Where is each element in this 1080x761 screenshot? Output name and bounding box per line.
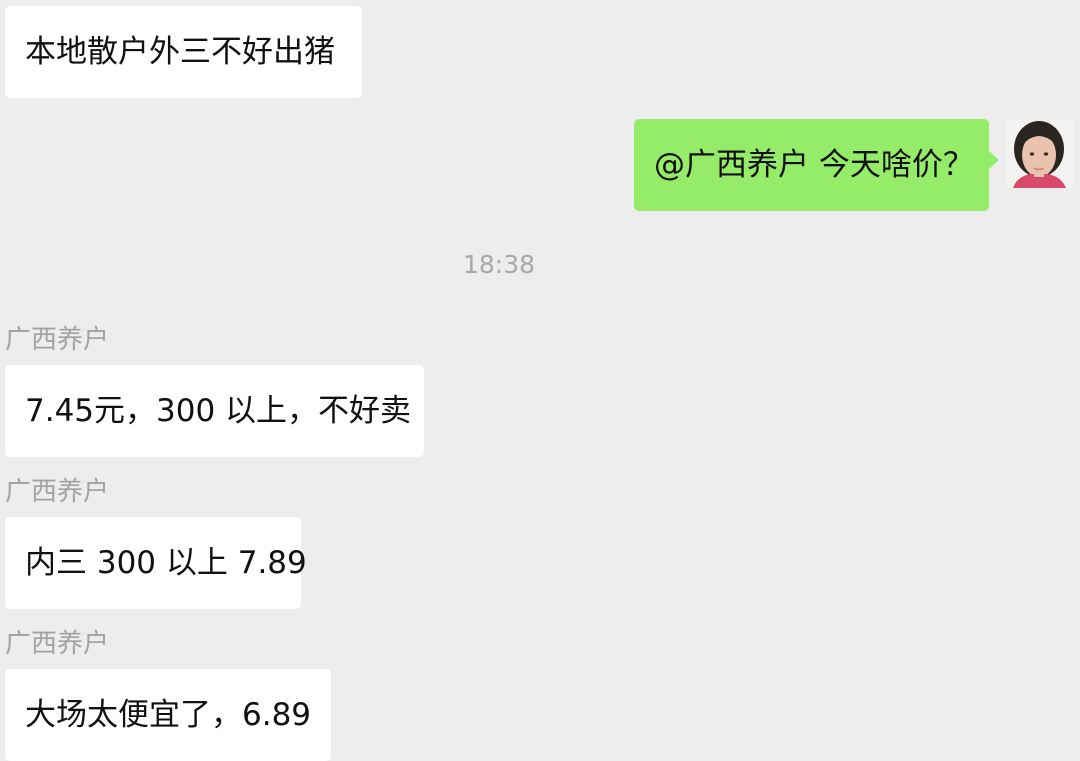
message-text: 大场太便宜了，6.89	[25, 697, 312, 733]
incoming-message-bubble[interactable]: 本地散户外三不好出猪	[5, 6, 362, 98]
message-text: 7.45元，300 以上，不好卖	[25, 393, 412, 429]
message-timestamp: 18:38	[462, 250, 536, 279]
incoming-message-bubble[interactable]: 7.45元，300 以上，不好卖	[5, 365, 424, 457]
sender-name: 广西养户	[5, 477, 110, 507]
user-avatar[interactable]	[1005, 119, 1074, 188]
sender-name: 广西养户	[5, 629, 110, 659]
sender-name: 广西养户	[5, 325, 110, 355]
message-text: 内三 300 以上 7.89	[25, 545, 307, 581]
avatar-photo-icon	[1005, 119, 1074, 188]
message-text: @广西养户 今天啥价？	[654, 147, 974, 183]
outgoing-message-bubble[interactable]: @广西养户 今天啥价？	[634, 119, 999, 211]
message-text: 本地散户外三不好出猪	[25, 34, 335, 70]
incoming-message-bubble[interactable]: 内三 300 以上 7.89	[5, 517, 307, 609]
incoming-message-bubble[interactable]: 大场太便宜了，6.89	[5, 669, 331, 761]
